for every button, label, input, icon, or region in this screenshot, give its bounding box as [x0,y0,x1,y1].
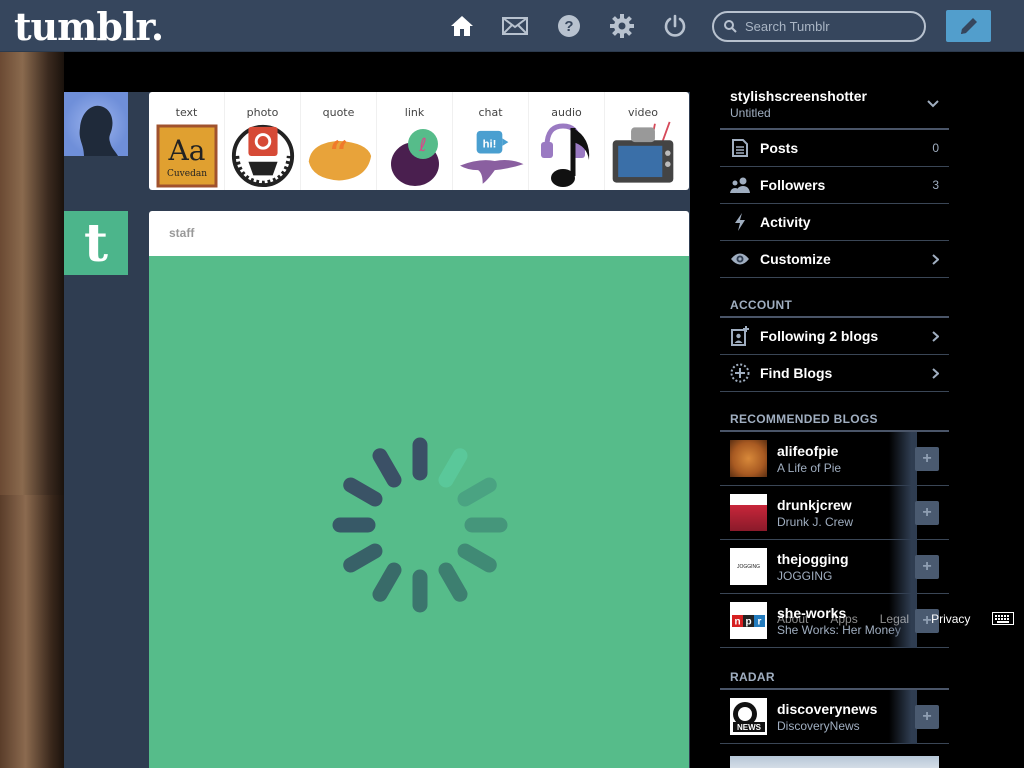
blog-title: Untitled [730,106,771,120]
radar-post-preview[interactable] [730,756,939,768]
svg-text:n: n [734,616,740,627]
svg-text:Aa: Aa [167,134,205,167]
dashboard-post: staff [149,211,689,768]
loading-spinner-icon [332,437,508,613]
blog-switcher[interactable]: stylishscreenshotter Untitled [720,80,949,130]
post-types-bar: text Aa Cuvedan photo quote “ link ℓ chat… [149,92,689,190]
link-icon: ℓ [381,120,449,190]
account-heading: ACCOUNT [720,298,949,318]
lightning-icon [730,212,750,232]
sidebar-item-posts[interactable]: Posts 0 [720,130,949,167]
footer-link[interactable]: Apps [830,612,857,626]
recommended-blog-row[interactable]: drunkjcrew Drunk J. Crew + [720,486,949,540]
mail-icon[interactable] [502,13,528,39]
post-type-video[interactable]: video [605,92,681,190]
following-icon [730,326,750,346]
svg-text:r: r [758,616,762,627]
chevron-down-icon [927,100,939,108]
post-type-link[interactable]: link ℓ [377,92,453,190]
document-icon [730,138,750,158]
help-icon[interactable]: ? [556,13,582,39]
svg-text:t: t [84,219,108,267]
footer-link[interactable]: Legal [880,612,909,626]
chevron-right-icon [932,253,939,265]
posts-count: 0 [932,141,939,155]
blog-avatar [730,494,767,531]
post-type-text[interactable]: text Aa Cuvedan [149,92,225,190]
follow-button[interactable]: + [915,555,939,579]
recommended-blog-row[interactable]: JOGGING thejogging JOGGING + [720,540,949,594]
compose-button[interactable] [946,10,991,42]
search-input[interactable] [745,19,915,34]
post-type-photo[interactable]: photo [225,92,301,190]
search-icon [724,20,737,33]
background-photo-top [0,52,64,495]
search-box[interactable] [712,11,926,42]
top-header: tumblr. ? [0,0,1024,52]
blog-avatar [730,440,767,477]
headphones-icon [533,120,601,190]
post-type-quote[interactable]: quote “ [301,92,377,190]
keyboard-icon[interactable] [992,612,1015,625]
svg-text:Cuvedan: Cuvedan [166,169,206,179]
eye-icon [730,249,750,269]
sidebar-item-following[interactable]: Following 2 blogs [720,318,949,355]
recommended-heading: RECOMMENDED BLOGS [720,412,949,432]
footer-link[interactable]: About [777,612,808,626]
sidebar-item-activity[interactable]: Activity [720,204,949,241]
svg-text:ℓ: ℓ [418,135,426,156]
chevron-right-icon [932,367,939,379]
quote-icon: “ [305,120,373,190]
post-author[interactable]: staff [149,211,689,256]
sidebar-item-find-blogs[interactable]: Find Blogs [720,355,949,392]
followers-count: 3 [932,178,939,192]
chat-icon: hi! [457,120,525,190]
followers-icon [730,175,750,195]
svg-text:p: p [745,616,751,627]
staff-avatar[interactable]: t [64,211,128,275]
follow-button[interactable]: + [915,501,939,525]
svg-text:NEWS: NEWS [737,723,762,732]
blog-name: stylishscreenshotter [730,88,867,104]
npr-logo: npr [730,602,767,639]
pencil-icon [960,18,977,34]
power-icon[interactable] [662,13,688,39]
post-type-audio[interactable]: audio [529,92,605,190]
follow-button[interactable]: + [915,705,939,729]
sidebar-item-customize[interactable]: Customize [720,241,949,278]
post-content [149,256,689,768]
video-icon [609,120,677,190]
radar-blog-row[interactable]: NEWS discoverynews DiscoveryNews + [720,690,949,744]
svg-text:?: ? [564,18,573,35]
post-type-chat[interactable]: chat hi! [453,92,529,190]
gear-icon[interactable] [609,13,635,39]
radar-heading: RADAR [720,670,949,690]
svg-text:“: “ [329,134,347,172]
tumblr-logo[interactable]: tumblr. [14,4,164,49]
background-photo-bottom [0,495,64,768]
recommended-blog-row[interactable]: alifeofpie A Life of Pie + [720,432,949,486]
footer-links: About Apps Legal Privacy [777,612,1015,626]
discovery-news-logo: NEWS [730,698,767,735]
blog-avatar: JOGGING [730,548,767,585]
camera-icon [229,120,297,190]
follow-button[interactable]: + [915,447,939,471]
user-avatar[interactable] [64,92,128,156]
home-icon[interactable] [449,13,475,39]
text-icon: Aa Cuvedan [153,120,221,190]
right-sidebar: stylishscreenshotter Untitled Posts 0 Fo… [720,80,949,744]
compass-icon [730,363,750,383]
svg-text:hi!: hi! [482,138,496,150]
sidebar-item-followers[interactable]: Followers 3 [720,167,949,204]
footer-link[interactable]: Privacy [931,612,970,626]
chevron-right-icon [932,330,939,342]
